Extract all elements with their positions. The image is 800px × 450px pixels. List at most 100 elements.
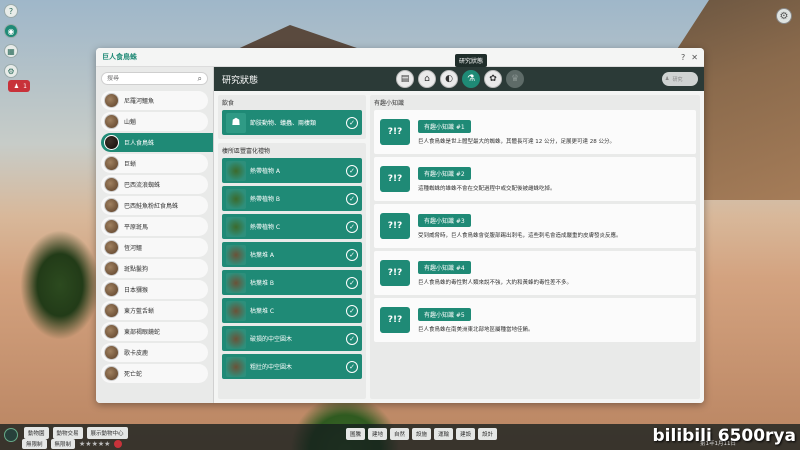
fact-description: 受到威脅時，巨人食鳥蛛會從腹部踢出刺毛，這些刺毛會造成嚴重的皮膚發炎反應。 (418, 232, 622, 239)
fact-title: 有趣小知識 #4 (418, 260, 471, 274)
guest-icon: ♟ (13, 82, 20, 90)
enrichment-card[interactable]: 熱帶植物 A ✓ (222, 158, 362, 183)
check-icon: ✓ (346, 360, 358, 373)
fact-card: ?!? 有趣小知識 #2 這種蜘蛛的雄蛛不會在交配過程中或交配後被雌蛛吃掉。 (374, 157, 696, 201)
log-icon (226, 356, 246, 377)
enrichment-card-label: 粗壯的中空圓木 (250, 364, 293, 371)
zoo-overview-icon[interactable] (4, 428, 18, 442)
fun-fact-icon: ?!? (380, 119, 410, 145)
fact-text: 有趣小知識 #1 巨人食鳥蛛是世上體型最大的蜘蛛，其體長可達 12 公分，足展更可… (418, 119, 690, 145)
build-mode-button[interactable]: 運輸 (434, 428, 454, 440)
diet-food-icon: ☗ (226, 112, 246, 133)
fact-description: 這種蜘蛛的雄蛛不會在交配過程中或交配後被雌蛛吃掉。 (418, 185, 556, 192)
check-icon: ✓ (346, 248, 358, 261)
hud-help-icon[interactable]: ? (4, 4, 18, 18)
species-item[interactable]: 日本獼猴 (101, 280, 208, 299)
top-right-gear-icon[interactable]: ⚙ (776, 8, 792, 24)
bottom-status-row: 無限制 無限制 ★★★★★ (22, 439, 123, 449)
fact-card: ?!? 有趣小知識 #3 受到威脅時，巨人食鳥蛛會從腹部踢出刺毛，這些刺毛會造成嚴重… (374, 204, 696, 248)
budget-status[interactable]: 無限制 (22, 439, 47, 449)
log-icon (226, 328, 246, 349)
alert-dot-icon[interactable] (114, 440, 123, 448)
facts-label: 有趣小知識 (374, 100, 405, 107)
enrichment-card[interactable]: 破損的中空圓木 ✓ (222, 326, 362, 351)
plant-icon (226, 188, 246, 209)
species-item[interactable]: 尼羅河鱷魚 (101, 91, 208, 110)
document-tab-icon[interactable]: ▤ (396, 70, 414, 88)
species-item[interactable]: 死亡蛇 (101, 364, 208, 383)
species-list: 尼羅河鱷魚山魈巨人食鳥蛛巨蜥巴西流浪蜘蛛 巴西鮭魚粉紅食鳥蛛平原斑馬恆河鱷斑點鬣狗… (96, 91, 213, 403)
species-thumbnail (104, 93, 119, 108)
window-body: ⌕ 尼羅河鱷魚山魈巨人食鳥蛛巨蜥巴西流浪蜘蛛巴西鮭魚粉紅食鳥蛛平原斑馬恆河鱷斑點… (96, 67, 704, 403)
search-input[interactable] (107, 75, 198, 82)
build-mode-button[interactable]: 圖騰 (346, 428, 366, 440)
check-icon: ✓ (346, 276, 358, 289)
fact-title: 有趣小知識 #2 (418, 166, 471, 180)
hud-location-icon[interactable]: ◉ (4, 24, 18, 38)
close-icon[interactable]: ✕ (691, 53, 698, 62)
log-icon (226, 300, 246, 321)
species-name: 東方藍舌蜥 (124, 308, 155, 315)
species-item[interactable]: 山魈 (101, 112, 208, 131)
hud-calendar-icon[interactable]: ▦ (4, 44, 18, 58)
build-mode-button[interactable]: 設施 (412, 428, 432, 440)
paw-tab-icon[interactable]: ✿ (484, 70, 502, 88)
research-tab-icon[interactable]: ⚗ (462, 70, 480, 88)
species-item[interactable]: 東方藍舌蜥 (101, 301, 208, 320)
window-controls: ? ✕ (681, 53, 698, 62)
species-name: 尼羅河鱷魚 (124, 98, 155, 105)
habitat-tab-icon[interactable]: ⌂ (418, 70, 436, 88)
species-name: 東部褐眼鏡蛇 (124, 329, 161, 336)
species-item[interactable]: 東部褐眼鏡蛇 (101, 322, 208, 341)
hud-guest-badge[interactable]: ♟ 1 (8, 80, 30, 92)
fact-text: 有趣小知識 #5 巨人食鳥蛛在南美洲東北部地區屬種當地佳餚。 (418, 307, 690, 333)
bilibili-watermark: bilibili 6500rya (652, 426, 796, 446)
species-thumbnail (104, 366, 119, 381)
hud-settings-icon[interactable]: ⚙ (4, 64, 18, 78)
fun-fact-icon: ?!? (380, 307, 410, 333)
content-title: 研究狀態 (222, 75, 259, 86)
diet-card[interactable]: ☗ 節肢動物、蟻蟲、兩棲類 ✓ (222, 110, 362, 135)
diet-section: 飲食 ☗ 節肢動物、蟻蟲、兩棲類 ✓ (218, 95, 366, 139)
species-item[interactable]: 恆河鱷 (101, 238, 208, 257)
enrichment-section: 棲所區豐富化禮物 熱帶植物 A ✓ 熱帶植物 B ✓ 熱帶植物 C ✓ 枯葉堆 A ✓ 枯葉堆 … (218, 143, 366, 399)
enrichment-card[interactable]: 粗壯的中空圓木 ✓ (222, 354, 362, 379)
enrichment-card[interactable]: 枯葉堆 B ✓ (222, 270, 362, 295)
species-item[interactable]: 巴西流浪蜘蛛 (101, 175, 208, 194)
species-item[interactable]: 歌卡皮鹿 (101, 343, 208, 362)
enrichment-card[interactable]: 枯葉堆 A ✓ (222, 242, 362, 267)
species-thumbnail (104, 156, 119, 171)
enrichment-card-label: 枯葉堆 B (250, 280, 275, 287)
species-item[interactable]: 斑點鬣狗 (101, 259, 208, 278)
fact-list: ?!? 有趣小知識 #1 巨人食鳥蛛是世上體型最大的蜘蛛，其體長可達 12 公分，足… (370, 110, 700, 349)
bottom-tab[interactable]: 動物園 (24, 427, 49, 439)
bottom-tab[interactable]: 展示動物中心 (86, 427, 128, 439)
fun-fact-icon: ?!? (380, 166, 410, 192)
build-mode-button[interactable]: 設計 (478, 428, 498, 440)
build-mode-button[interactable]: 建設 (456, 428, 476, 440)
species-item[interactable]: 巨蜥 (101, 154, 208, 173)
species-item[interactable]: 巴西鮭魚粉紅食鳥蛛 (101, 196, 208, 215)
food-tab-icon[interactable]: ◐ (440, 70, 458, 88)
enrichment-card-label: 熱帶植物 A (250, 168, 281, 175)
build-mode-button[interactable]: 自然 (390, 428, 410, 440)
enrichment-card[interactable]: 熱帶植物 C ✓ (222, 214, 362, 239)
search-icon[interactable]: ⌕ (198, 74, 202, 84)
species-thumbnail (104, 261, 119, 276)
fact-text: 有趣小知識 #4 巨人食鳥蛛的毒性對人類來說不強，大約和黃蜂的毒性差不多。 (418, 260, 690, 286)
species-item[interactable]: 巨人食鳥蛛 (101, 133, 213, 152)
info-tab-bar: ▤ ⌂ ◐ ⚗ ✿ ♛ (396, 70, 524, 88)
species-item[interactable]: 平原斑馬 (101, 217, 208, 236)
enrichment-card[interactable]: 熱帶植物 B ✓ (222, 186, 362, 211)
guest-status[interactable]: 無限制 (50, 439, 76, 449)
species-name: 巨人食鳥蛛 (124, 140, 155, 147)
header-research-pill[interactable]: ♟ 研究 (662, 72, 698, 86)
enrichment-card-label: 枯葉堆 C (250, 308, 275, 315)
help-icon[interactable]: ? (681, 53, 685, 62)
facts-panel: 有趣小知識 ?!? 有趣小知識 #1 巨人食鳥蛛是世上體型最大的蜘蛛，其體長可達 1… (370, 95, 700, 399)
species-name: 平原斑馬 (124, 224, 149, 231)
fact-text: 有趣小知識 #3 受到威脅時，巨人食鳥蛛會從腹部踢出刺毛，這些刺毛會造成嚴重的皮膚… (418, 213, 690, 239)
bottom-tab[interactable]: 動物交易 (52, 427, 83, 439)
build-mode-button[interactable]: 建地 (368, 428, 388, 440)
enrichment-card[interactable]: 枯葉堆 C ✓ (222, 298, 362, 323)
